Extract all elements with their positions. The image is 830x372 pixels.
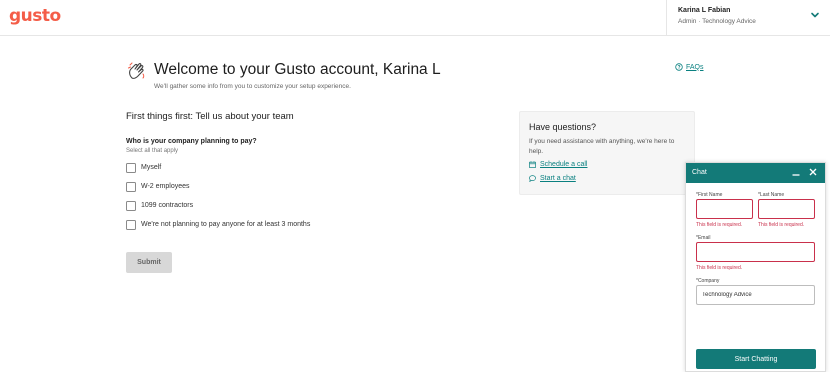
page-title: Welcome to your Gusto account, Karina L (154, 61, 441, 78)
account-role: Admin · Technology Advice (678, 18, 756, 25)
schedule-call-label: Schedule a call (540, 161, 588, 168)
faqs-link[interactable]: FAQs (675, 63, 704, 71)
option-label: We're not planning to pay anyone for at … (141, 221, 311, 228)
checkbox[interactable] (126, 219, 136, 230)
first-name-label: *First Name (696, 192, 723, 198)
option-1099-contractors[interactable]: 1099 contractors (126, 200, 193, 211)
question-label: Who is your company planning to pay? (126, 138, 257, 145)
email-label: *Email (696, 235, 711, 241)
option-label: 1099 contractors (141, 202, 194, 209)
option-label: Myself (141, 164, 162, 171)
checkbox[interactable] (126, 200, 136, 211)
checkbox[interactable] (126, 162, 136, 173)
start-chat-link[interactable]: Start a chat (529, 175, 576, 182)
start-chatting-button[interactable]: Start Chatting (696, 349, 816, 369)
last-name-error: This field is required. (758, 222, 805, 228)
chat-bubble-icon (529, 175, 536, 182)
first-name-error: This field is required. (696, 222, 743, 228)
help-circle-icon (675, 63, 683, 71)
chat-widget: Chat *First Name This field is required.… (685, 162, 826, 372)
calendar-icon (529, 161, 536, 168)
email-field[interactable] (696, 242, 815, 262)
schedule-call-link[interactable]: Schedule a call (529, 161, 587, 168)
first-name-field[interactable] (696, 199, 753, 219)
checkbox[interactable] (126, 181, 136, 192)
top-header: gusto Karina L Fabian Admin · Technology… (0, 0, 830, 36)
option-myself[interactable]: Myself (126, 162, 161, 173)
last-name-label: *Last Name (758, 192, 785, 198)
page-subtitle: We'll gather some info from you to custo… (154, 83, 351, 90)
close-icon[interactable] (808, 167, 818, 177)
help-card: Have questions? If you need assistance w… (519, 111, 695, 195)
email-error: This field is required. (696, 265, 743, 271)
option-label: W-2 employees (141, 183, 190, 190)
account-switcher[interactable]: Karina L Fabian Admin · Technology Advic… (666, 0, 830, 36)
gusto-logo[interactable]: gusto (9, 6, 61, 26)
faqs-label: FAQs (686, 63, 704, 71)
account-name: Karina L Fabian (678, 7, 731, 14)
start-chat-label: Start a chat (540, 175, 576, 182)
help-card-text: If you need assistance with anything, we… (529, 138, 675, 155)
option-not-paying[interactable]: We're not planning to pay anyone for at … (126, 219, 310, 230)
option-w2-employees[interactable]: W-2 employees (126, 181, 190, 192)
company-field[interactable] (696, 285, 815, 305)
chevron-down-icon[interactable] (810, 10, 820, 20)
chat-header: Chat (686, 163, 825, 183)
section-title: First things first: Tell us about your t… (126, 111, 294, 122)
submit-button[interactable]: Submit (126, 252, 172, 273)
question-hint: Select all that apply (126, 148, 179, 154)
minimize-icon[interactable] (791, 167, 801, 177)
company-label: *Company (696, 278, 720, 284)
chat-title: Chat (692, 169, 707, 176)
waving-hand-icon (128, 62, 145, 79)
last-name-field[interactable] (758, 199, 815, 219)
help-card-title: Have questions? (529, 122, 597, 132)
